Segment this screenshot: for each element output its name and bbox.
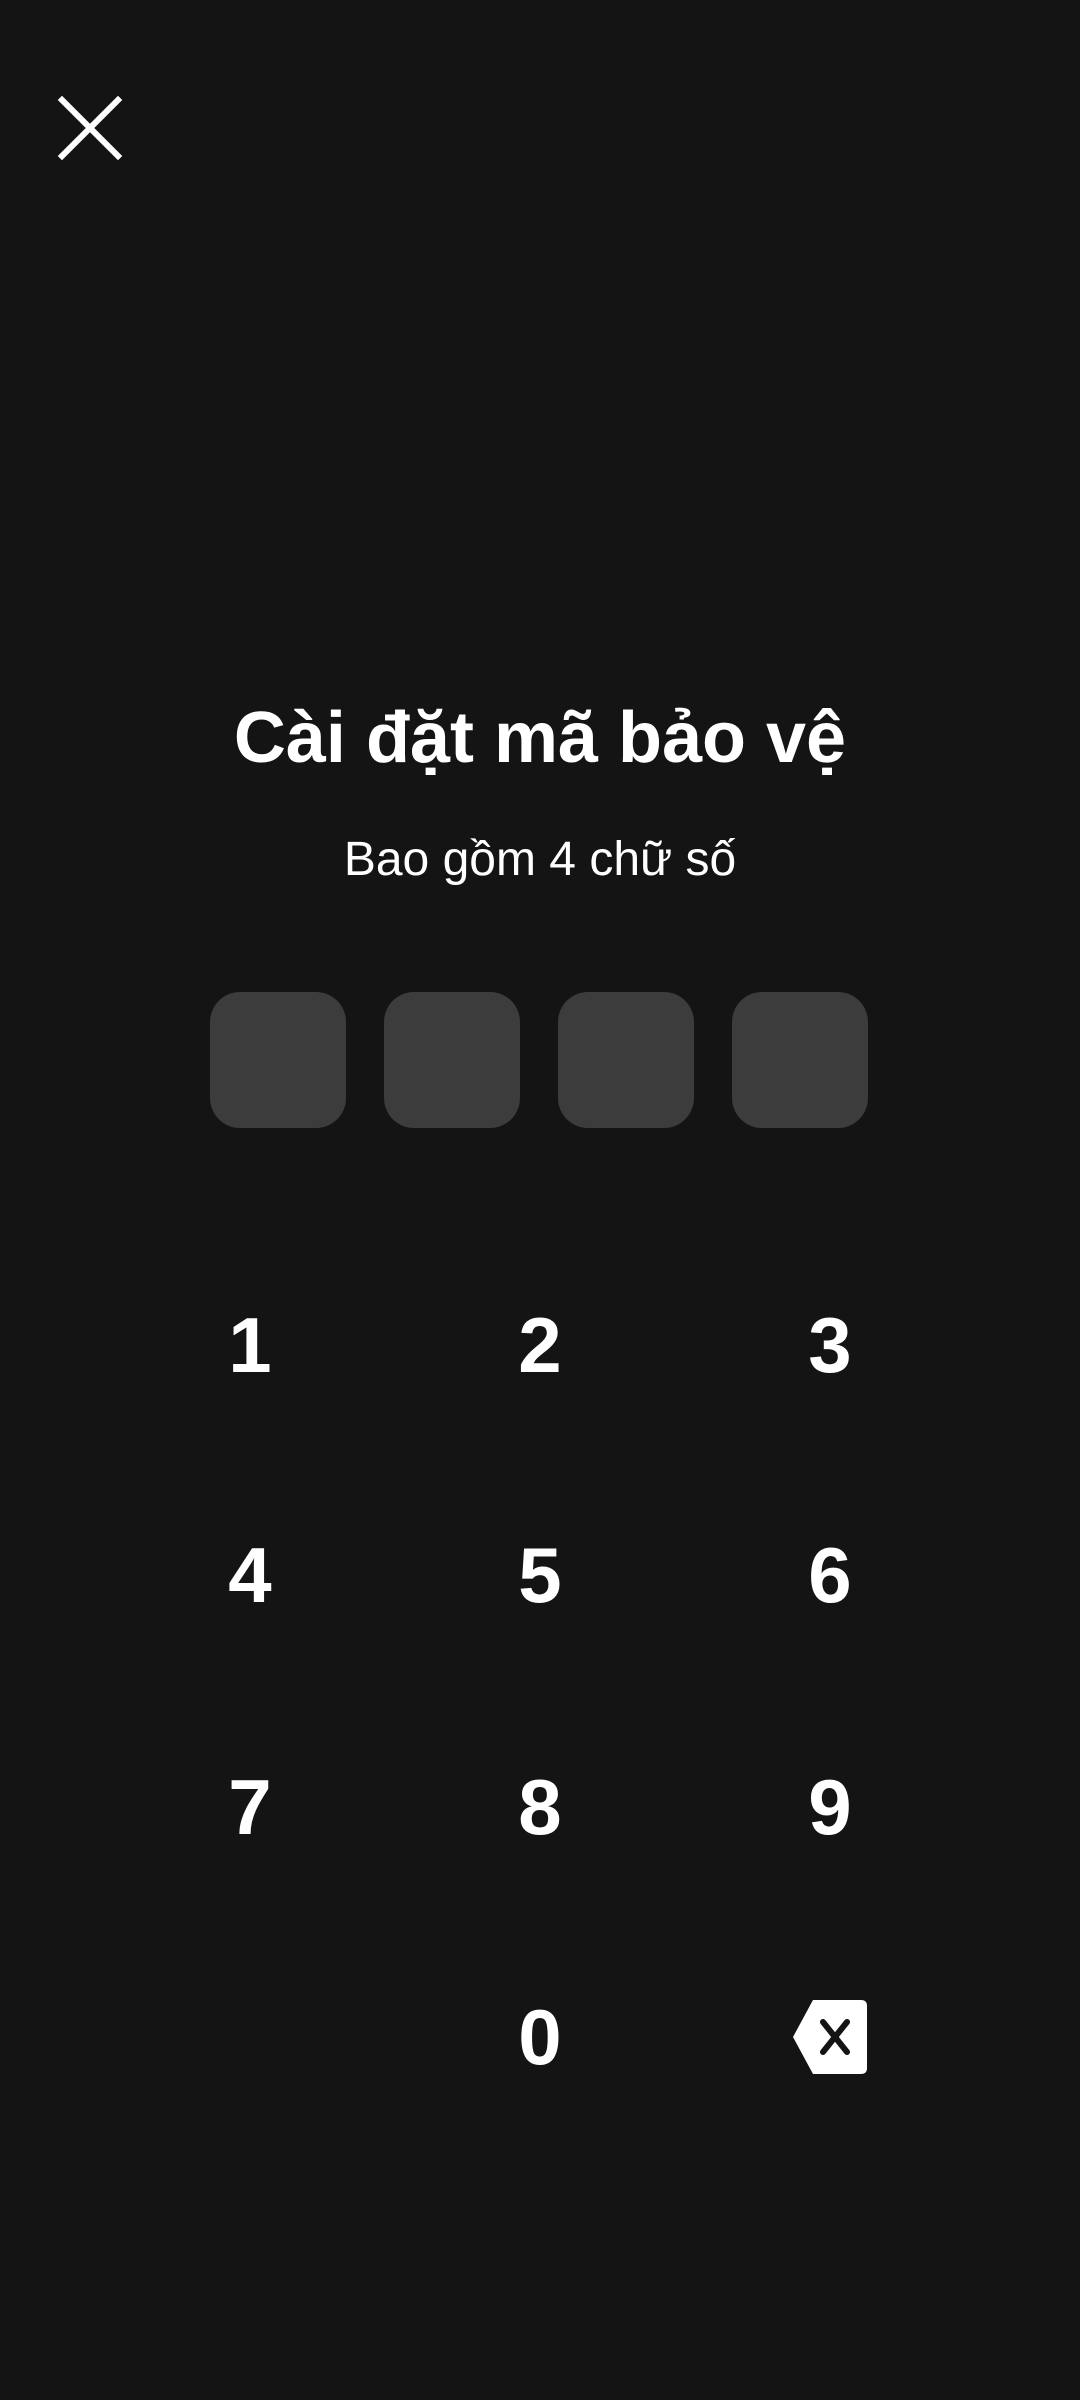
keypad-key-6[interactable]: 6: [720, 1495, 940, 1655]
backspace-button[interactable]: [720, 1957, 940, 2117]
keypad-key-0[interactable]: 0: [430, 1957, 650, 2117]
keypad-key-8[interactable]: 8: [430, 1727, 650, 1887]
passcode-setup-screen: Cài đặt mã bảo vệ Bao gồm 4 chữ số 1 2 3…: [0, 0, 1080, 2400]
keypad-key-7[interactable]: 7: [140, 1727, 360, 1887]
keypad-key-9[interactable]: 9: [720, 1727, 940, 1887]
close-icon: [57, 95, 123, 161]
pin-digit-box-4: [732, 992, 868, 1128]
keypad-key-4[interactable]: 4: [140, 1495, 360, 1655]
pin-digit-box-1: [210, 992, 346, 1128]
backspace-icon: [793, 2000, 867, 2074]
keypad-key-3[interactable]: 3: [720, 1265, 940, 1425]
pin-digit-box-2: [384, 992, 520, 1128]
page-title: Cài đặt mã bảo vệ: [233, 698, 847, 778]
close-button[interactable]: [50, 88, 130, 168]
keypad-key-1[interactable]: 1: [140, 1265, 360, 1425]
pin-digit-box-3: [558, 992, 694, 1128]
keypad-key-5[interactable]: 5: [430, 1495, 650, 1655]
pin-input: [210, 992, 868, 1128]
page-subtitle: Bao gồm 4 chữ số: [343, 833, 737, 886]
keypad-key-2[interactable]: 2: [430, 1265, 650, 1425]
